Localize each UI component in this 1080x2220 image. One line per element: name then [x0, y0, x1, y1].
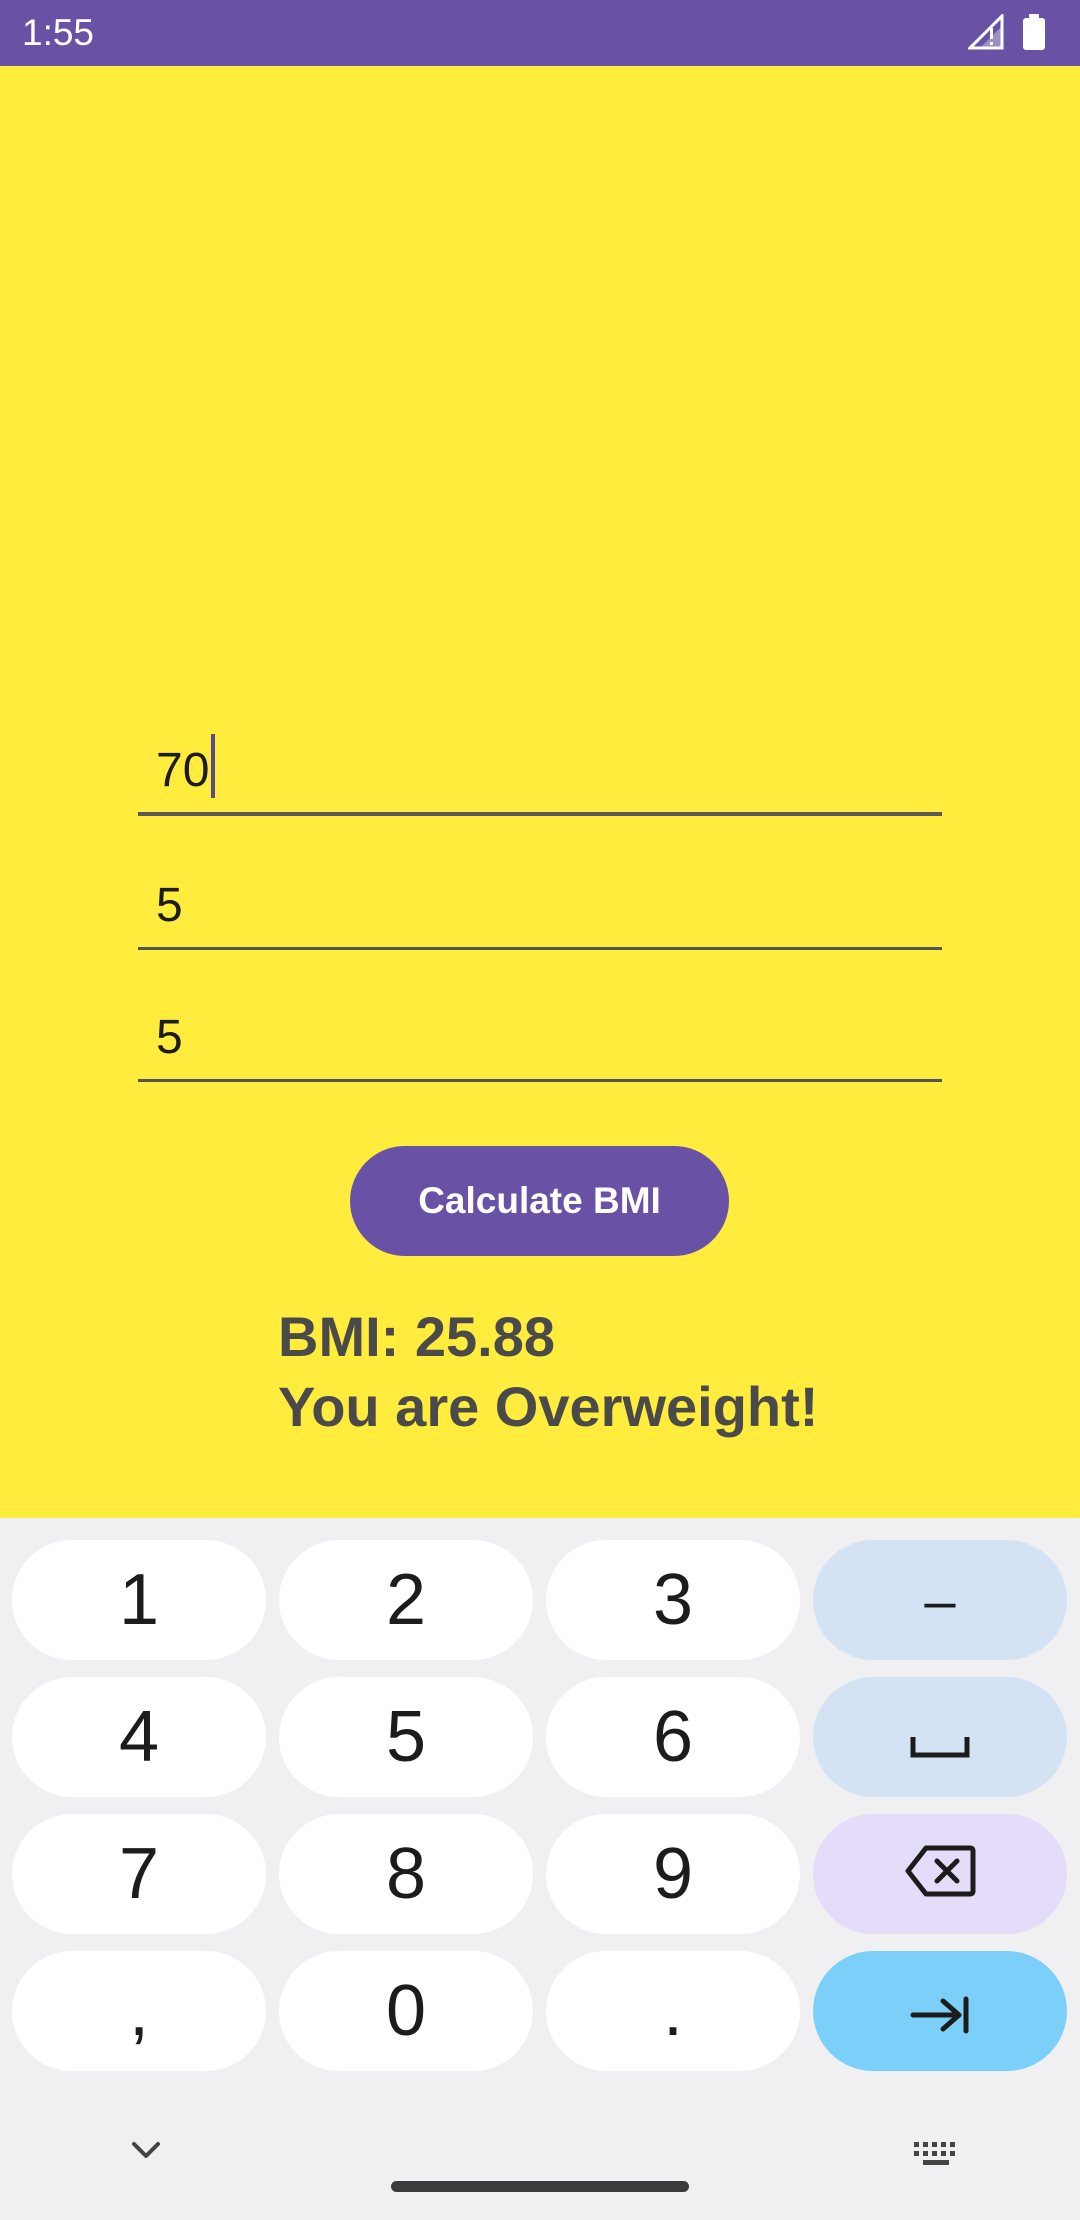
battery-icon [1022, 14, 1046, 55]
space-icon [910, 1696, 970, 1778]
height-feet-input-value: 5 [156, 879, 183, 932]
key-4[interactable]: 4 [12, 1677, 266, 1797]
keyboard-icon[interactable] [912, 2140, 960, 2173]
bmi-result: BMI: 25.88 You are Overweight! [278, 1302, 818, 1442]
backspace-icon [904, 1833, 976, 1915]
chevron-down-icon[interactable] [128, 2138, 164, 2167]
key-7[interactable]: 7 [12, 1814, 266, 1934]
key-next[interactable] [813, 1951, 1067, 2071]
height-inches-input-value: 5 [156, 1011, 183, 1064]
signal-icon [966, 12, 1004, 55]
weight-input-value: 70 [156, 734, 216, 798]
tab-next-icon [909, 1970, 971, 2052]
bmi-value-text: BMI: 25.88 [278, 1305, 555, 1368]
key-0[interactable]: 0 [279, 1951, 533, 2071]
key-9[interactable]: 9 [546, 1814, 800, 1934]
key-2[interactable]: 2 [279, 1540, 533, 1660]
key-5[interactable]: 5 [279, 1677, 533, 1797]
status-icons [966, 12, 1046, 55]
key-comma[interactable]: , [12, 1951, 266, 2071]
key-period[interactable]: . [546, 1951, 800, 2071]
status-bar: 1:55 [0, 0, 1080, 66]
calculate-bmi-button[interactable]: Calculate BMI [350, 1146, 729, 1256]
text-cursor [211, 734, 216, 798]
height-feet-input[interactable]: 5 [138, 870, 942, 950]
numeric-keyboard: 1 2 3 – 4 5 6 7 8 9 , 0 . [0, 1518, 1080, 2220]
key-3[interactable]: 3 [546, 1540, 800, 1660]
key-6[interactable]: 6 [546, 1677, 800, 1797]
status-time: 1:55 [22, 12, 95, 53]
home-bar[interactable] [391, 2181, 689, 2192]
key-1[interactable]: 1 [12, 1540, 266, 1660]
height-inches-input[interactable]: 5 [138, 1002, 942, 1082]
key-dash[interactable]: – [813, 1540, 1067, 1660]
weight-input[interactable]: 70 [138, 734, 942, 816]
app-content: 70 5 5 Calculate BMI BMI: 25.88 You are … [0, 66, 1080, 1518]
key-backspace[interactable] [813, 1814, 1067, 1934]
bmi-status-text: You are Overweight! [278, 1375, 819, 1438]
key-space[interactable] [813, 1677, 1067, 1797]
key-8[interactable]: 8 [279, 1814, 533, 1934]
